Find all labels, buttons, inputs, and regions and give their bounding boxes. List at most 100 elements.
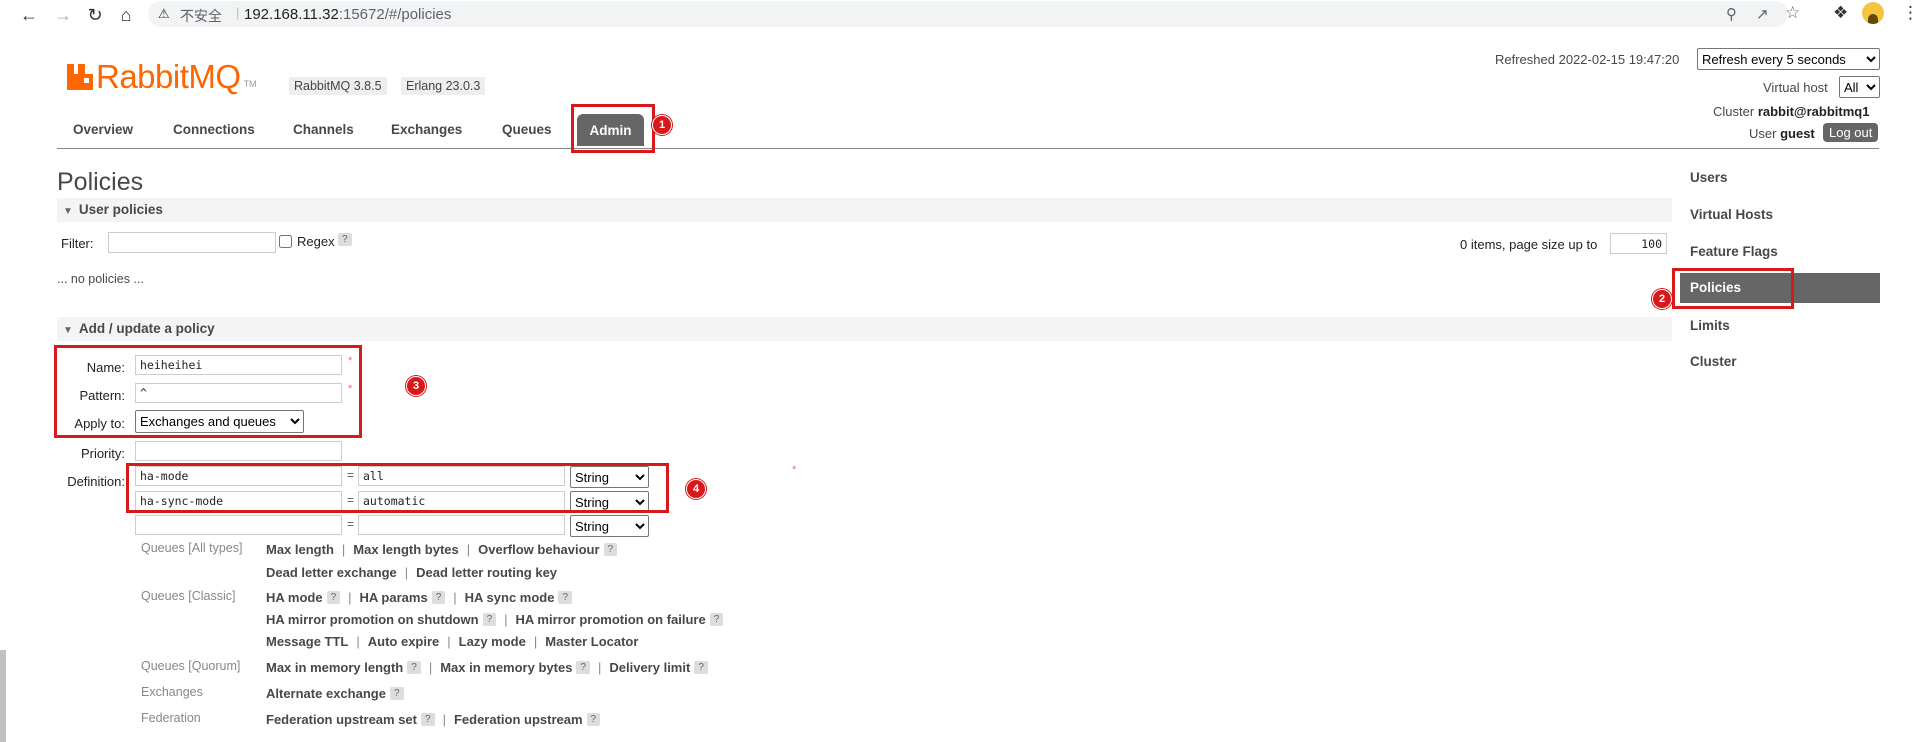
virtual-host-select[interactable]: All xyxy=(1839,76,1880,98)
refresh-interval-select[interactable]: Refresh every 5 seconds xyxy=(1697,48,1880,70)
definition-value-input[interactable] xyxy=(358,515,565,535)
add-policy-header[interactable]: ▼ Add / update a policy xyxy=(57,317,1672,341)
option-link[interactable]: Federation upstream xyxy=(454,712,583,727)
help-icon[interactable]: ? xyxy=(431,591,446,604)
option-link[interactable]: Max in memory length xyxy=(266,660,403,675)
option-link[interactable]: Delivery limit xyxy=(609,660,690,675)
tab-channels[interactable]: Channels xyxy=(275,112,372,147)
user-policies-header[interactable]: ▼ User policies xyxy=(57,198,1672,222)
option-link[interactable]: Auto expire xyxy=(368,634,440,649)
extensions-icon[interactable]: ❖ xyxy=(1833,3,1848,23)
option-link[interactable]: Max length xyxy=(266,542,334,557)
sidebar-item-cluster[interactable]: Cluster xyxy=(1690,347,1880,377)
help-icon[interactable]: ? xyxy=(421,713,435,726)
priority-input[interactable] xyxy=(135,441,342,461)
definition-key-input[interactable] xyxy=(135,515,342,535)
filter-input[interactable] xyxy=(108,232,276,253)
logo-trademark: TM xyxy=(243,79,257,89)
option-link[interactable]: Dead letter exchange xyxy=(266,565,397,580)
logout-button[interactable]: Log out xyxy=(1823,123,1879,142)
url-text[interactable]: 192.168.11.32:15672/#/policies xyxy=(244,6,451,23)
definition-type-select[interactable]: String xyxy=(570,515,649,537)
definition-label: Definition: xyxy=(67,474,125,489)
tab-connections[interactable]: Connections xyxy=(155,112,273,147)
exchanges-options: Alternate exchange? xyxy=(266,686,404,701)
option-link[interactable]: Max in memory bytes xyxy=(440,660,572,675)
sidebar-item-users[interactable]: Users xyxy=(1690,163,1880,193)
queues-all-options-2: Dead letter exchange | Dead letter routin… xyxy=(266,565,558,580)
erlang-version-badge: Erlang 23.0.3 xyxy=(401,77,486,95)
regex-label: Regex xyxy=(297,234,335,249)
help-icon[interactable]: ? xyxy=(558,591,573,604)
option-link[interactable]: Overflow behaviour xyxy=(478,542,599,557)
sidebar-item-feature-flags[interactable]: Feature Flags xyxy=(1690,237,1880,267)
address-bar[interactable]: ⚠ 不安全 | 192.168.11.32:15672/#/policies ⚲… xyxy=(148,1,1800,27)
scrollbar-thumb[interactable] xyxy=(0,650,6,742)
option-link[interactable]: Alternate exchange xyxy=(266,686,386,701)
help-icon[interactable]: ? xyxy=(482,613,497,626)
url-host: 192.168.11.32 xyxy=(244,6,339,23)
no-policies-text: ... no policies ... xyxy=(57,272,144,286)
bookmark-star-icon[interactable]: ☆ xyxy=(1785,3,1800,23)
annotation-badge-1: 1 xyxy=(652,115,672,135)
option-link[interactable]: HA params xyxy=(360,590,428,605)
reload-icon[interactable]: ↻ xyxy=(82,2,108,28)
key-icon[interactable]: ⚲ xyxy=(1726,5,1737,23)
tab-overview[interactable]: Overview xyxy=(55,112,151,147)
tabs-underline xyxy=(57,148,1879,149)
regex-checkbox[interactable] xyxy=(279,235,292,248)
profile-avatar-icon[interactable] xyxy=(1862,2,1884,24)
help-icon[interactable]: ? xyxy=(389,687,404,700)
definition-equals: = xyxy=(347,517,355,531)
help-icon[interactable]: ? xyxy=(326,591,341,604)
share-icon[interactable]: ↗ xyxy=(1756,5,1769,23)
option-link[interactable]: HA sync mode xyxy=(465,590,555,605)
annotation-badge-2: 2 xyxy=(1652,289,1672,309)
annotation-box-2 xyxy=(1672,268,1794,309)
option-link[interactable]: Max length bytes xyxy=(353,542,458,557)
page-size-input[interactable] xyxy=(1610,233,1667,254)
virtual-host-label: Virtual host xyxy=(1763,80,1828,95)
category-queues-all: Queues [All types] xyxy=(141,541,243,555)
classic-options-2: HA mirror promotion on shutdown? | HA mir… xyxy=(266,612,724,627)
help-icon[interactable]: ? xyxy=(709,613,724,626)
option-link[interactable]: Dead letter routing key xyxy=(416,565,557,580)
option-link[interactable]: HA mode xyxy=(266,590,323,605)
main-tabs: Overview Connections Channels Exchanges … xyxy=(55,112,635,148)
category-federation: Federation xyxy=(141,711,201,725)
home-icon[interactable]: ⌂ xyxy=(113,2,139,28)
back-icon[interactable]: ← xyxy=(16,2,42,28)
annotation-badge-3: 3 xyxy=(406,376,426,396)
option-link[interactable]: Message TTL xyxy=(266,634,348,649)
insecure-label: 不安全 xyxy=(180,8,222,24)
forward-icon[interactable]: → xyxy=(50,2,76,28)
url-path: :15672/#/policies xyxy=(338,6,452,23)
menu-kebab-icon[interactable]: ⋮ xyxy=(1902,3,1919,23)
help-icon[interactable]: ? xyxy=(603,543,618,556)
help-icon[interactable]: ? xyxy=(586,713,601,726)
tab-queues[interactable]: Queues xyxy=(484,112,570,147)
collapse-triangle-icon: ▼ xyxy=(63,206,73,217)
sidebar-item-limits[interactable]: Limits xyxy=(1690,311,1880,341)
option-link[interactable]: HA mirror promotion on shutdown xyxy=(266,612,479,627)
items-count-label: 0 items, page size up to xyxy=(1460,237,1598,252)
help-icon[interactable]: ? xyxy=(407,661,421,674)
tab-exchanges[interactable]: Exchanges xyxy=(373,112,480,147)
sidebar-item-virtual-hosts[interactable]: Virtual Hosts xyxy=(1690,200,1880,230)
classic-options-3: Message TTL | Auto expire | Lazy mode | Mas… xyxy=(266,634,639,649)
user-policies-title: User policies xyxy=(78,202,163,217)
rabbitmq-logo[interactable]: RabbitMQ TM xyxy=(67,58,257,96)
option-link[interactable]: Federation upstream set xyxy=(266,712,417,727)
option-link[interactable]: HA mirror promotion on failure xyxy=(516,612,706,627)
help-icon[interactable]: ? xyxy=(694,661,708,674)
quorum-options: Max in memory length? | Max in memory byt… xyxy=(266,660,708,675)
regex-help-icon[interactable]: ? xyxy=(338,233,352,246)
cluster-name: rabbit@rabbitmq1 xyxy=(1757,104,1870,119)
collapse-triangle-icon: ▼ xyxy=(63,325,73,336)
browser-toolbar: ← → ↻ ⌂ ⚠ 不安全 | 192.168.11.32:15672/#/po… xyxy=(0,0,1929,30)
category-exchanges: Exchanges xyxy=(141,685,203,699)
page-title: Policies xyxy=(57,168,144,196)
option-link[interactable]: Master Locator xyxy=(545,634,638,649)
help-icon[interactable]: ? xyxy=(576,661,590,674)
option-link[interactable]: Lazy mode xyxy=(459,634,526,649)
